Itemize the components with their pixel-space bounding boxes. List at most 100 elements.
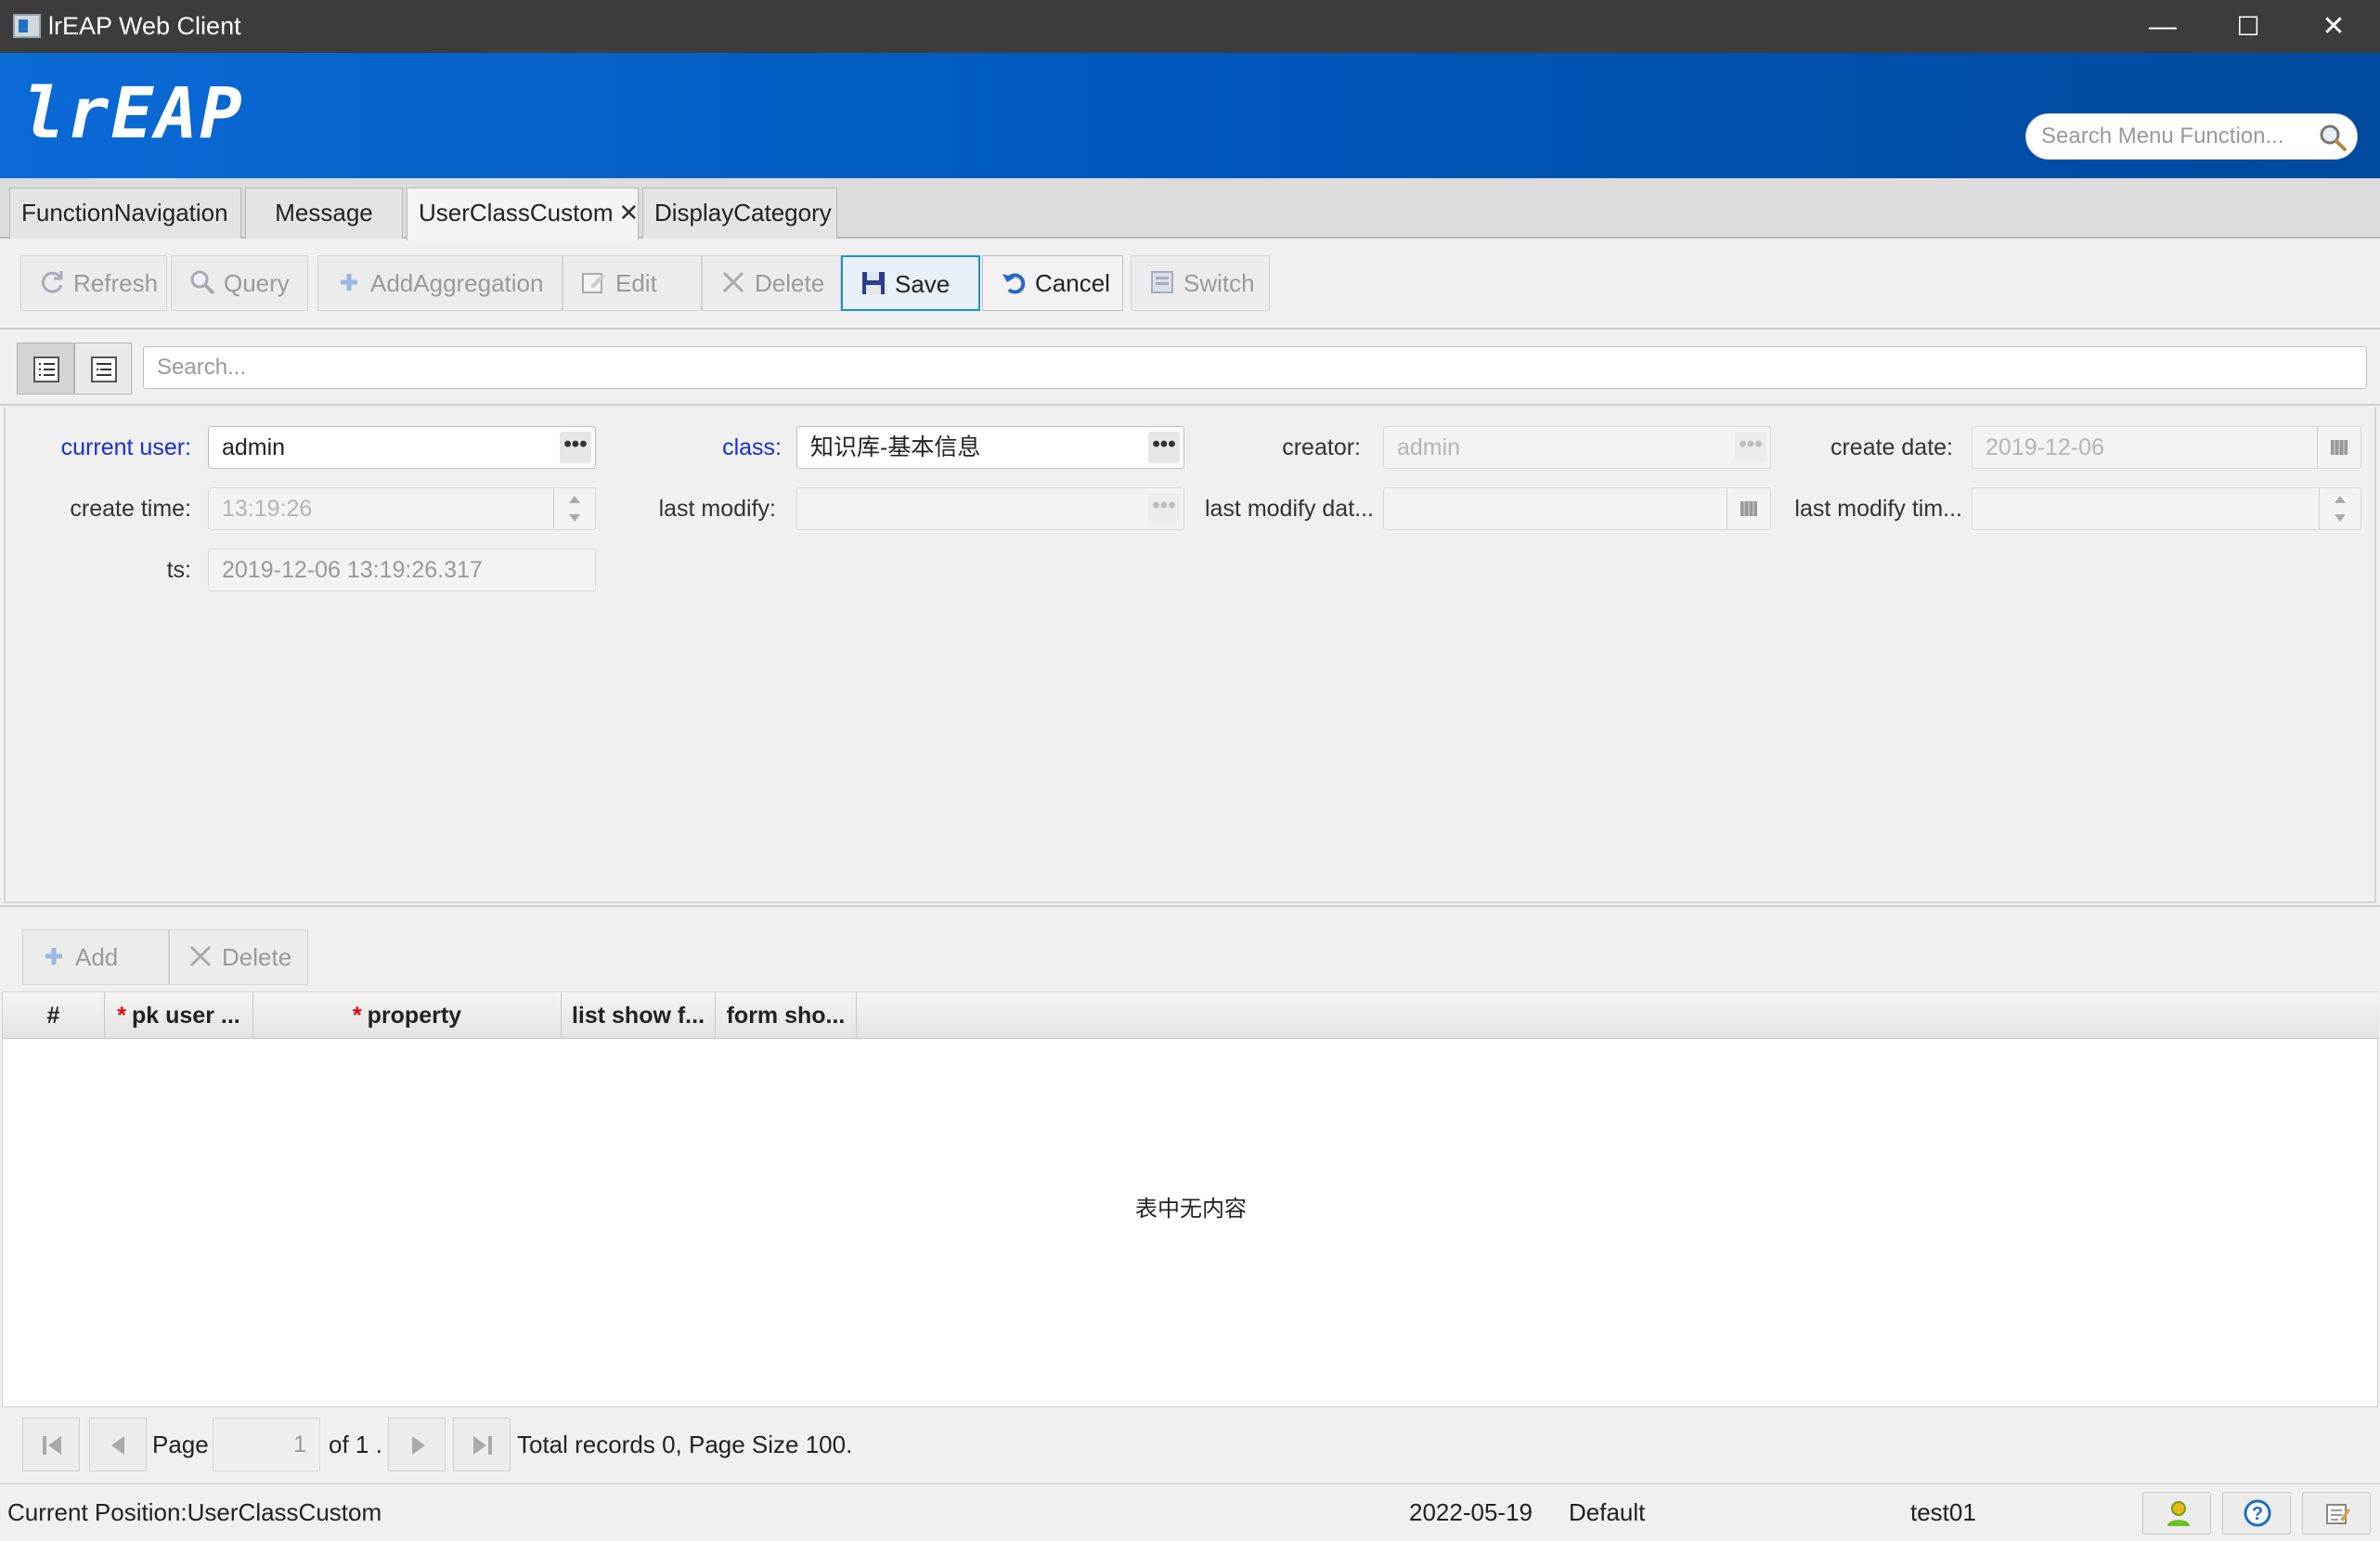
column-header-list-show[interactable]: list show f... — [562, 992, 716, 1039]
tab-function-navigation[interactable]: FunctionNavigation — [9, 188, 241, 239]
last-modify-date-label: last modify dat... — [1204, 496, 1374, 522]
help-icon: ? — [2244, 1499, 2271, 1527]
refresh-button[interactable]: Refresh — [20, 255, 167, 311]
query-button[interactable]: Query — [171, 255, 308, 311]
switch-label: Switch — [1184, 269, 1255, 297]
create-time-value: 13:19:26 — [222, 496, 313, 522]
column-header-form-show[interactable]: form sho... — [716, 992, 857, 1039]
ts-label: ts: — [166, 557, 191, 583]
page-label: Page — [152, 1431, 209, 1458]
next-page-button[interactable] — [388, 1418, 446, 1471]
column-header-pk-user[interactable]: * pk user ... — [105, 992, 253, 1039]
magnifier-icon — [190, 270, 215, 295]
ellipsis-icon[interactable]: ••• — [560, 432, 591, 463]
last-modify-field: ••• — [796, 487, 1184, 530]
search-input[interactable]: Search... — [143, 346, 2367, 389]
tab-user-class-custom[interactable]: UserClassCustom ✕ — [407, 188, 639, 240]
create-time-label: create time: — [70, 496, 191, 522]
cancel-label: Cancel — [1035, 269, 1110, 297]
class-field[interactable]: 知识库-基本信息 ••• — [796, 426, 1184, 469]
delete-button[interactable]: Delete — [702, 255, 841, 311]
list-view-button[interactable] — [17, 343, 74, 395]
calendar-icon — [1727, 488, 1770, 529]
ellipsis-icon: ••• — [1148, 493, 1180, 524]
notes-button[interactable] — [2302, 1492, 2371, 1535]
tab-display-category[interactable]: DisplayCategory — [642, 188, 837, 239]
refresh-icon — [41, 271, 63, 293]
tab-label: Message — [275, 199, 373, 227]
edit-label: Edit — [615, 269, 657, 297]
maximize-button[interactable]: ☐ — [2205, 0, 2291, 53]
current-user-field[interactable]: admin ••• — [208, 426, 596, 469]
list-view-icon — [33, 356, 59, 382]
empty-table-message: 表中无内容 — [1135, 1197, 1247, 1222]
user-icon — [2167, 1501, 2190, 1526]
column-header-property[interactable]: * property — [253, 992, 562, 1039]
x-icon — [722, 271, 744, 293]
app-logo: lrEAP — [22, 71, 244, 154]
tab-message[interactable]: Message — [245, 188, 403, 239]
tab-label: DisplayCategory — [654, 199, 832, 227]
undo-icon — [1002, 273, 1026, 294]
tab-close-icon[interactable]: ✕ — [619, 199, 640, 227]
floppy-disk-icon — [862, 272, 885, 294]
last-page-button[interactable] — [453, 1418, 511, 1471]
form-view-button[interactable] — [74, 343, 132, 395]
query-label: Query — [224, 269, 290, 297]
detail-toolbar: Add Delete — [0, 905, 2380, 991]
edit-button[interactable]: Edit — [563, 255, 702, 311]
next-page-icon — [412, 1436, 425, 1455]
tab-bar: FunctionNavigation Message UserClassCust… — [0, 178, 2380, 240]
status-user: test01 — [1910, 1498, 1976, 1526]
current-user-value: admin — [222, 434, 286, 460]
table-header: # * pk user ... * property list show f... … — [3, 992, 2379, 1039]
delete-row-button[interactable]: Delete — [169, 929, 308, 985]
first-page-button[interactable] — [22, 1418, 80, 1471]
spinner-icon — [553, 488, 595, 529]
last-modify-time-field — [1972, 487, 2361, 530]
window-title: lrEAP Web Client — [48, 12, 241, 40]
cancel-button[interactable]: Cancel — [982, 255, 1123, 311]
main-toolbar: Refresh Query AddAggregation Edit Delete… — [0, 240, 2380, 330]
plus-icon — [45, 948, 62, 965]
edit-icon — [582, 273, 605, 293]
ellipsis-icon[interactable]: ••• — [1148, 432, 1180, 463]
menu-search-input[interactable]: Search Menu Function... — [2025, 113, 2358, 160]
view-search-row: Search... — [0, 331, 2380, 406]
add-row-label: Add — [75, 943, 119, 971]
creator-field: admin ••• — [1383, 426, 1771, 469]
current-user-label: current user: — [60, 434, 191, 460]
add-row-button[interactable]: Add — [22, 929, 169, 985]
switch-button[interactable]: Switch — [1131, 255, 1270, 311]
page-number-input[interactable]: 1 — [213, 1418, 320, 1471]
pagination-bar: Page 1 of 1 . Total records 0, Page Size… — [0, 1408, 2380, 1483]
help-button[interactable]: ? — [2222, 1492, 2291, 1535]
add-aggregation-button[interactable]: AddAggregation — [317, 255, 563, 311]
window-titlebar[interactable]: lrEAP Web Client — ☐ ✕ — [0, 0, 2380, 53]
last-modify-date-field — [1383, 487, 1771, 530]
form-panel: current user: admin ••• class: 知识库-基本信息 … — [4, 408, 2376, 903]
required-mark: * — [117, 1003, 126, 1029]
first-page-icon — [43, 1436, 61, 1455]
save-button[interactable]: Save — [841, 255, 980, 311]
close-window-button[interactable]: ✕ — [2291, 0, 2376, 53]
minimize-button[interactable]: — — [2120, 0, 2205, 53]
column-label: pk user ... — [132, 1003, 240, 1029]
previous-page-button[interactable] — [89, 1418, 147, 1471]
form-view-icon — [91, 356, 117, 382]
user-profile-button[interactable] — [2142, 1492, 2211, 1535]
spinner-icon — [2319, 488, 2361, 529]
previous-page-icon — [111, 1436, 124, 1455]
svg-text:?: ? — [2252, 1504, 2263, 1524]
column-header-number[interactable]: # — [3, 992, 105, 1039]
creator-value: admin — [1397, 434, 1461, 460]
search-icon[interactable] — [2318, 123, 2348, 152]
menu-search-placeholder: Search Menu Function... — [2041, 123, 2284, 149]
creator-label: creator: — [1282, 434, 1361, 460]
x-icon — [189, 945, 212, 967]
plus-icon — [341, 274, 357, 291]
app-icon — [13, 14, 41, 38]
page-count-text: of 1 . — [329, 1431, 382, 1458]
records-summary: Total records 0, Page Size 100. — [517, 1431, 853, 1458]
search-placeholder: Search... — [157, 355, 247, 380]
